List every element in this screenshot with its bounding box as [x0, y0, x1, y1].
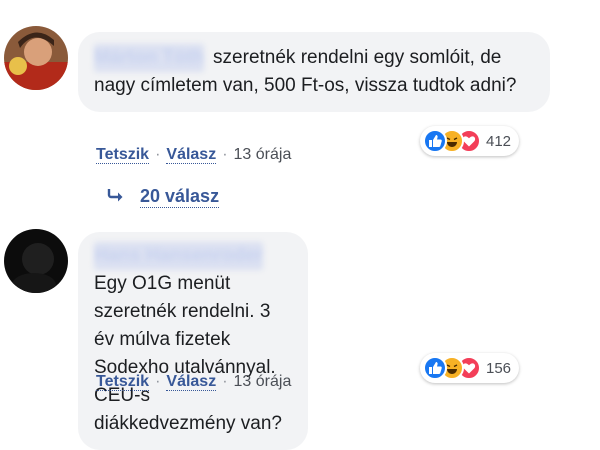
- reactions-summary[interactable]: 156: [420, 353, 520, 383]
- like-reaction-icon: [423, 129, 447, 153]
- reaction-count: 156: [486, 359, 512, 377]
- commenter-avatar[interactable]: [4, 229, 68, 293]
- reaction-count: 412: [486, 132, 512, 150]
- like-reaction-icon: [423, 356, 447, 380]
- commenter-avatar[interactable]: [4, 26, 68, 90]
- separator-dot: ·: [155, 146, 161, 163]
- comment-timestamp[interactable]: 13 órája: [234, 146, 292, 163]
- view-replies[interactable]: 20 válasz: [106, 186, 220, 208]
- replies-count-link[interactable]: 20 válasz: [140, 186, 220, 208]
- comment-bubble: Hans Hansenroder Egy O1G menüt szeretnék…: [78, 232, 308, 450]
- reactions-summary[interactable]: 412: [420, 126, 520, 156]
- separator-dot: ·: [155, 373, 161, 390]
- comment-actions: Tetszik · Válasz · 13 órája: [96, 373, 291, 391]
- comment-author[interactable]: Márton Tóth: [94, 44, 204, 72]
- like-button[interactable]: Tetszik: [96, 146, 150, 164]
- comment-actions: Tetszik · Válasz · 13 órája: [96, 146, 291, 164]
- comment-timestamp[interactable]: 13 órája: [234, 373, 292, 390]
- reply-arrow-icon: [106, 187, 126, 208]
- reply-button[interactable]: Válasz: [166, 146, 217, 164]
- separator-dot: ·: [222, 373, 228, 390]
- comment-bubble: Márton Tóth szeretnék rendelni egy somló…: [78, 32, 550, 112]
- comment-text: Egy O1G menüt szeretnék rendelni. 3 év m…: [94, 273, 282, 434]
- like-button[interactable]: Tetszik: [96, 373, 150, 391]
- separator-dot: ·: [222, 146, 228, 163]
- reply-button[interactable]: Válasz: [166, 373, 217, 391]
- comment-author[interactable]: Hans Hansenroder: [94, 242, 263, 270]
